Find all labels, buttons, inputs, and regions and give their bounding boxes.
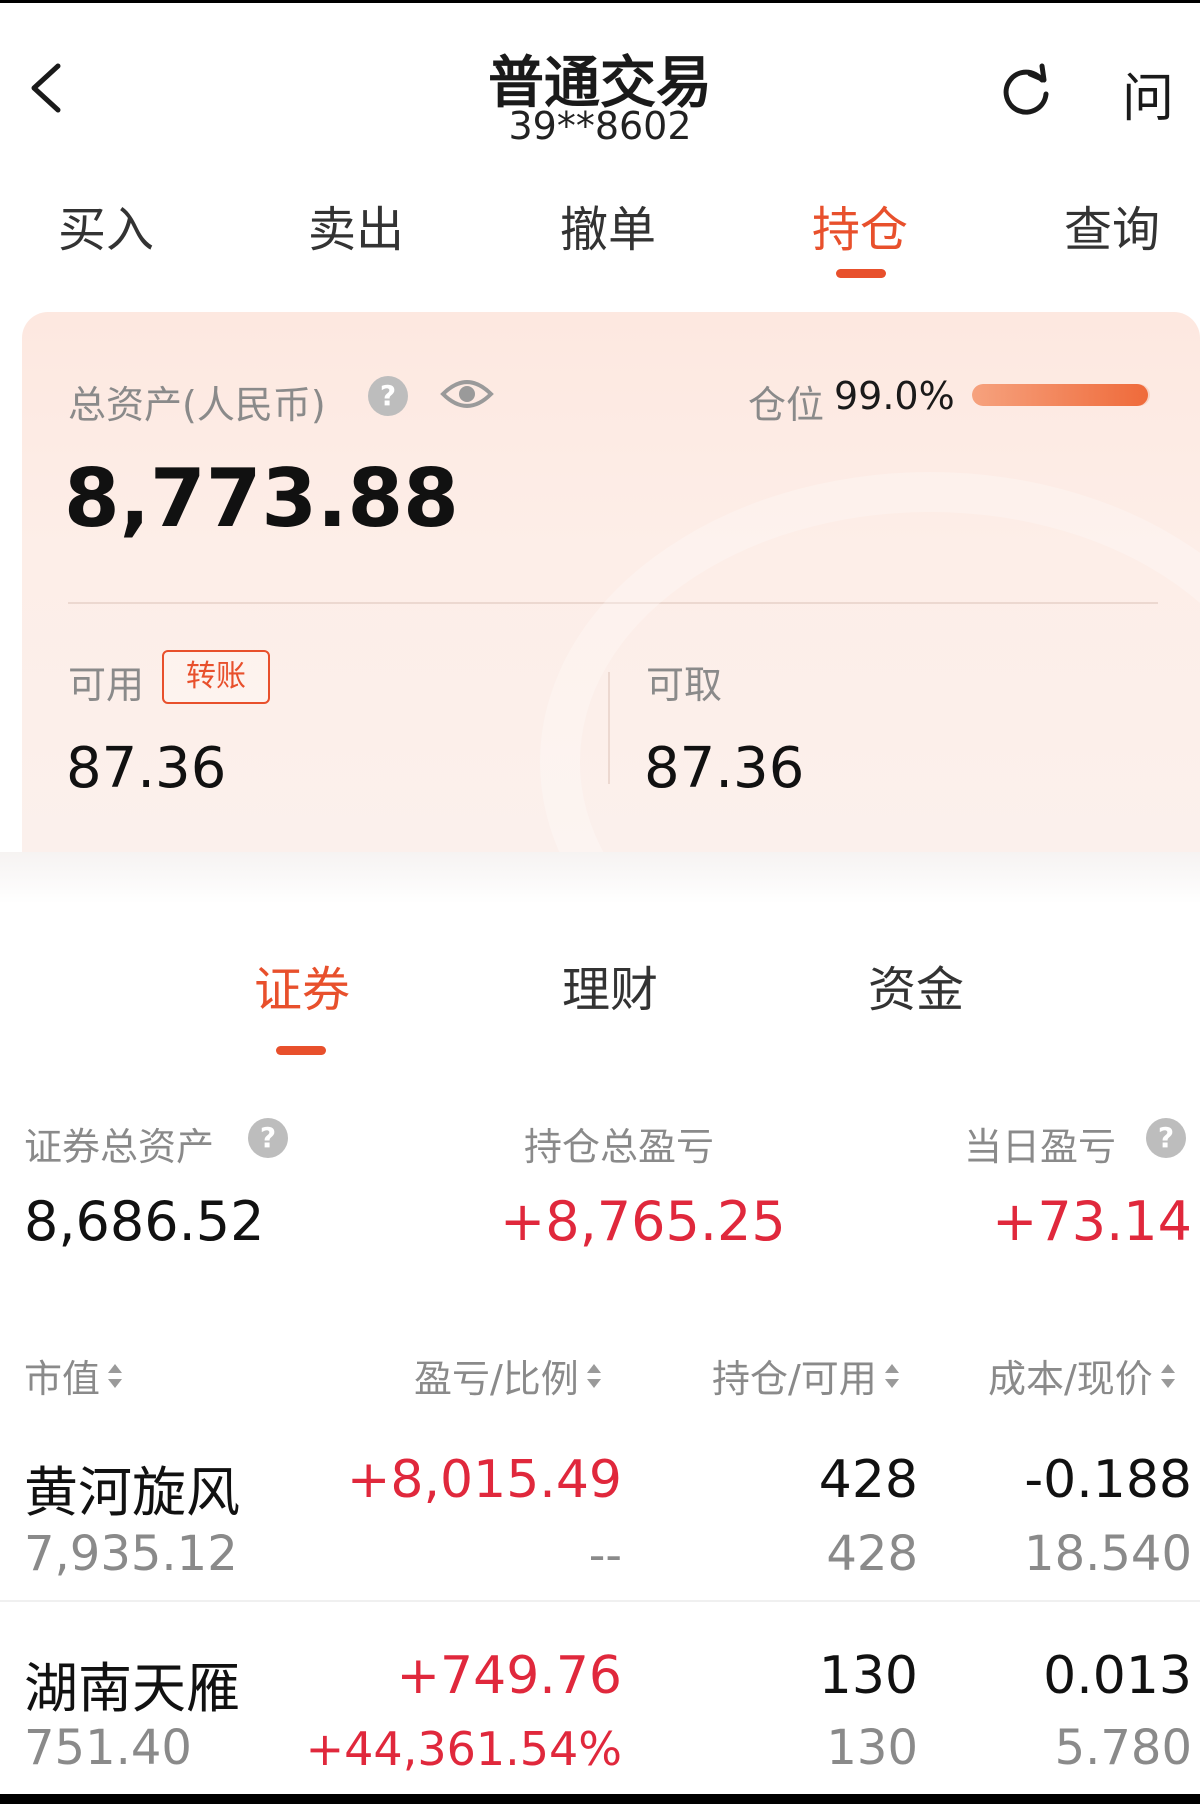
holding-pl-label: 持仓总盈亏 [524, 1125, 715, 1169]
position-value: 99.0% [834, 374, 955, 418]
current-price: 5.780 [1054, 1720, 1192, 1776]
stock-name: 湖南天雁 [24, 1657, 240, 1720]
cost-price: -0.188 [1024, 1450, 1192, 1510]
question-icon[interactable]: ? [368, 376, 408, 416]
refresh-button[interactable] [996, 60, 1056, 120]
screen-bottom-edge [0, 1794, 1200, 1804]
question-icon[interactable]: ? [248, 1118, 288, 1158]
position-label: 仓位 [748, 383, 825, 427]
total-asset-label: 总资产(人民币) [68, 383, 326, 427]
profit-loss-ratio: +44,361.54% [305, 1722, 622, 1776]
cost-price: 0.013 [1043, 1646, 1192, 1706]
card-divider [68, 602, 1158, 604]
sort-icon [586, 1363, 601, 1388]
transfer-button[interactable]: 转账 [162, 650, 270, 704]
profit-loss: +8,015.49 [346, 1450, 622, 1510]
tab-funds[interactable]: 资金 [816, 950, 1016, 1020]
active-subtab-indicator [276, 1046, 326, 1055]
total-asset-value: 8,773.88 [64, 452, 459, 545]
tab-cancel-order[interactable]: 撤单 [518, 190, 698, 260]
col-label: 成本/现价 [988, 1357, 1153, 1401]
stock-name: 黄河旋风 [24, 1461, 240, 1524]
asset-card: 总资产(人民币) ? 仓位 99.0% 8,773.88 可用 转账 87.36… [22, 312, 1200, 852]
section-separator [0, 852, 1200, 904]
withdrawable-label: 可取 [646, 663, 723, 707]
current-price: 18.540 [1024, 1526, 1192, 1582]
question-icon[interactable]: ? [1146, 1118, 1186, 1158]
profit-loss: +749.76 [396, 1646, 622, 1706]
eye-icon [440, 380, 494, 408]
market-value: 7,935.12 [24, 1526, 238, 1582]
col-label: 市值 [24, 1357, 101, 1401]
daily-pl-label: 当日盈亏 [964, 1125, 1117, 1169]
active-tab-indicator [836, 269, 886, 278]
col-holding-available[interactable]: 持仓/可用 [712, 1348, 901, 1403]
tab-securities[interactable]: 证券 [202, 950, 402, 1020]
holding-quantity: 130 [818, 1646, 918, 1706]
tab-wealth[interactable]: 理财 [510, 950, 710, 1020]
col-pl-ratio[interactable]: 盈亏/比例 [414, 1348, 603, 1403]
toggle-visibility-button[interactable] [440, 374, 494, 414]
securities-total-value: 8,686.52 [24, 1190, 265, 1253]
sort-icon [1160, 1363, 1175, 1388]
refresh-icon [1003, 63, 1049, 115]
header: 普通交易 39**8602 问 [0, 0, 1200, 160]
available-quantity: 130 [826, 1720, 918, 1776]
holding-quantity: 428 [818, 1450, 918, 1510]
tab-holdings[interactable]: 持仓 [770, 190, 950, 260]
col-market-value[interactable]: 市值 [24, 1348, 124, 1403]
tab-buy[interactable]: 买入 [16, 190, 196, 260]
withdrawable-value: 87.36 [644, 736, 805, 801]
help-button[interactable]: 问 [1122, 56, 1174, 131]
daily-pl-value: +73.14 [992, 1190, 1192, 1253]
sort-icon [108, 1363, 123, 1388]
position-progress-fill [972, 384, 1149, 406]
holding-pl-value: +8,765.25 [500, 1190, 786, 1253]
sort-icon [884, 1363, 899, 1388]
available-quantity: 428 [826, 1526, 918, 1582]
profit-loss-ratio: -- [588, 1528, 622, 1582]
trade-tabs: 买入 卖出 撤单 持仓 查询 [0, 180, 1200, 280]
col-label: 盈亏/比例 [414, 1357, 579, 1401]
securities-total-label: 证券总资产 [24, 1125, 215, 1169]
col-label: 持仓/可用 [712, 1357, 877, 1401]
asset-type-tabs: 证券 理财 资金 [0, 950, 1200, 1060]
row-divider [0, 1600, 1200, 1602]
position-progress-bar [972, 384, 1150, 406]
market-value: 751.40 [24, 1720, 192, 1776]
tab-query[interactable]: 查询 [1022, 190, 1200, 260]
card-vertical-divider [608, 672, 610, 784]
available-label: 可用 [68, 663, 145, 707]
available-value: 87.36 [66, 736, 227, 801]
tab-sell[interactable]: 卖出 [266, 190, 446, 260]
col-cost-price[interactable]: 成本/现价 [988, 1348, 1177, 1403]
